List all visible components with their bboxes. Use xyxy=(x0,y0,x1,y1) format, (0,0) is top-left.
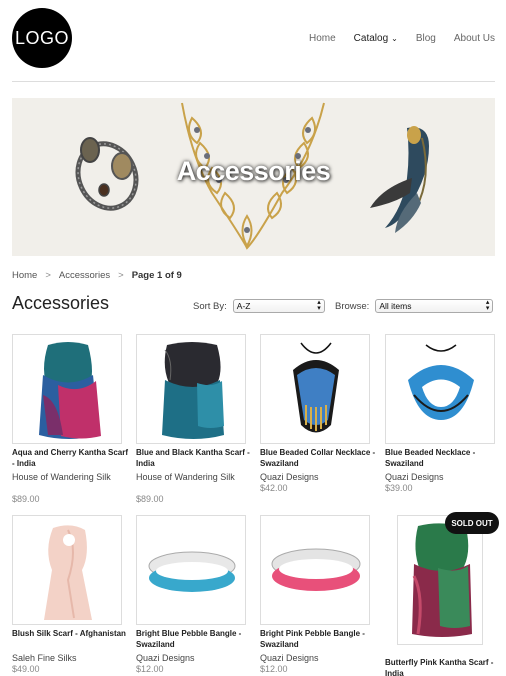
banner-title: Accessories xyxy=(176,156,331,186)
product-name[interactable]: Blue and Black Kantha Scarf - India xyxy=(136,447,254,469)
main-nav: Home Catalog ⌄ Blog About Us xyxy=(291,33,495,44)
product-name[interactable]: Blue Beaded Collar Necklace - Swaziland xyxy=(260,447,378,469)
product-price: $49.00 xyxy=(12,664,40,674)
product-vendor: Saleh Fine Silks xyxy=(12,653,77,663)
breadcrumb-separator: > xyxy=(45,270,51,281)
site-header: LOGO Home Catalog ⌄ Blog About Us xyxy=(0,0,506,82)
product-price: $42.00 xyxy=(260,483,288,493)
product-vendor: House of Wandering Silk xyxy=(136,472,235,482)
necklace-image xyxy=(293,342,339,433)
sold-out-badge: SOLD OUT xyxy=(445,512,499,534)
product-price: $89.00 xyxy=(136,494,164,504)
product-price: $12.00 xyxy=(136,664,164,674)
breadcrumb-home[interactable]: Home xyxy=(12,270,37,281)
product-name[interactable]: Aqua and Cherry Kantha Scarf - India xyxy=(12,447,130,469)
product-vendor: Quazi Designs xyxy=(136,653,195,663)
product-image[interactable] xyxy=(260,334,370,444)
scarf-image xyxy=(412,523,472,637)
bangle-image xyxy=(148,551,236,592)
product-image[interactable] xyxy=(136,515,246,625)
product-vendor: House of Wandering Silk xyxy=(12,472,111,482)
product-name[interactable]: Blue Beaded Necklace - Swaziland xyxy=(385,447,503,469)
logo[interactable]: LOGO xyxy=(12,8,72,68)
breadcrumb-current: Page 1 of 9 xyxy=(131,270,182,281)
product-price: $89.00 xyxy=(12,494,40,504)
scarf-image xyxy=(162,342,224,439)
product-vendor: Quazi Designs xyxy=(385,472,444,482)
sort-select-value: A-Z xyxy=(236,301,251,311)
scarf-image xyxy=(39,342,101,439)
nav-home[interactable]: Home xyxy=(309,33,336,44)
product-image[interactable] xyxy=(12,334,122,444)
product-name[interactable]: Blush Silk Scarf - Afghanistan xyxy=(12,628,130,639)
browse-control: Browse: All items ▴ ▾ xyxy=(335,299,494,313)
necklace-image xyxy=(408,344,474,420)
page-title: Accessories xyxy=(12,293,110,313)
nav-about-us[interactable]: About Us xyxy=(454,33,495,44)
nav-blog[interactable]: Blog xyxy=(416,33,436,44)
product-name[interactable]: Bright Pink Pebble Bangle - Swaziland xyxy=(260,628,378,650)
product-price: $12.00 xyxy=(260,664,288,674)
browse-select[interactable]: All items ▴ ▾ xyxy=(375,299,494,313)
scarf-image xyxy=(44,525,92,620)
sort-label: Sort By: xyxy=(193,300,227,312)
product-name[interactable]: Bright Blue Pebble Bangle - Swaziland xyxy=(136,628,254,650)
product-image[interactable] xyxy=(260,515,370,625)
browse-select-value: All items xyxy=(379,301,412,311)
product-vendor: Quazi Designs xyxy=(260,472,319,482)
collection-banner: Accessories xyxy=(12,98,495,256)
header-divider xyxy=(12,81,495,82)
sort-select[interactable]: A-Z ▴ ▾ xyxy=(232,299,325,313)
select-arrows-icon: ▴ ▾ xyxy=(485,299,490,312)
product-image[interactable] xyxy=(385,334,495,444)
product-image[interactable] xyxy=(397,515,483,645)
product-image[interactable] xyxy=(12,515,122,625)
nav-catalog[interactable]: Catalog ⌄ xyxy=(354,33,398,44)
product-price: $39.00 xyxy=(385,483,413,493)
browse-label: Browse: xyxy=(335,300,370,312)
chevron-down-icon: ⌄ xyxy=(391,34,398,43)
product-name[interactable]: Butterfly Pink Kantha Scarf - India xyxy=(385,657,503,676)
sort-control: Sort By: A-Z ▴ ▾ xyxy=(193,299,325,313)
select-arrows-icon: ▴ ▾ xyxy=(317,299,321,312)
product-image[interactable] xyxy=(136,334,246,444)
nav-catalog-label: Catalog xyxy=(353,33,389,44)
product-vendor: Quazi Designs xyxy=(260,653,319,663)
breadcrumb: Home > Accessories > Page 1 of 9 xyxy=(12,270,182,281)
bangle-image xyxy=(271,548,361,591)
breadcrumb-accessories[interactable]: Accessories xyxy=(59,270,110,281)
breadcrumb-separator: > xyxy=(118,270,124,281)
